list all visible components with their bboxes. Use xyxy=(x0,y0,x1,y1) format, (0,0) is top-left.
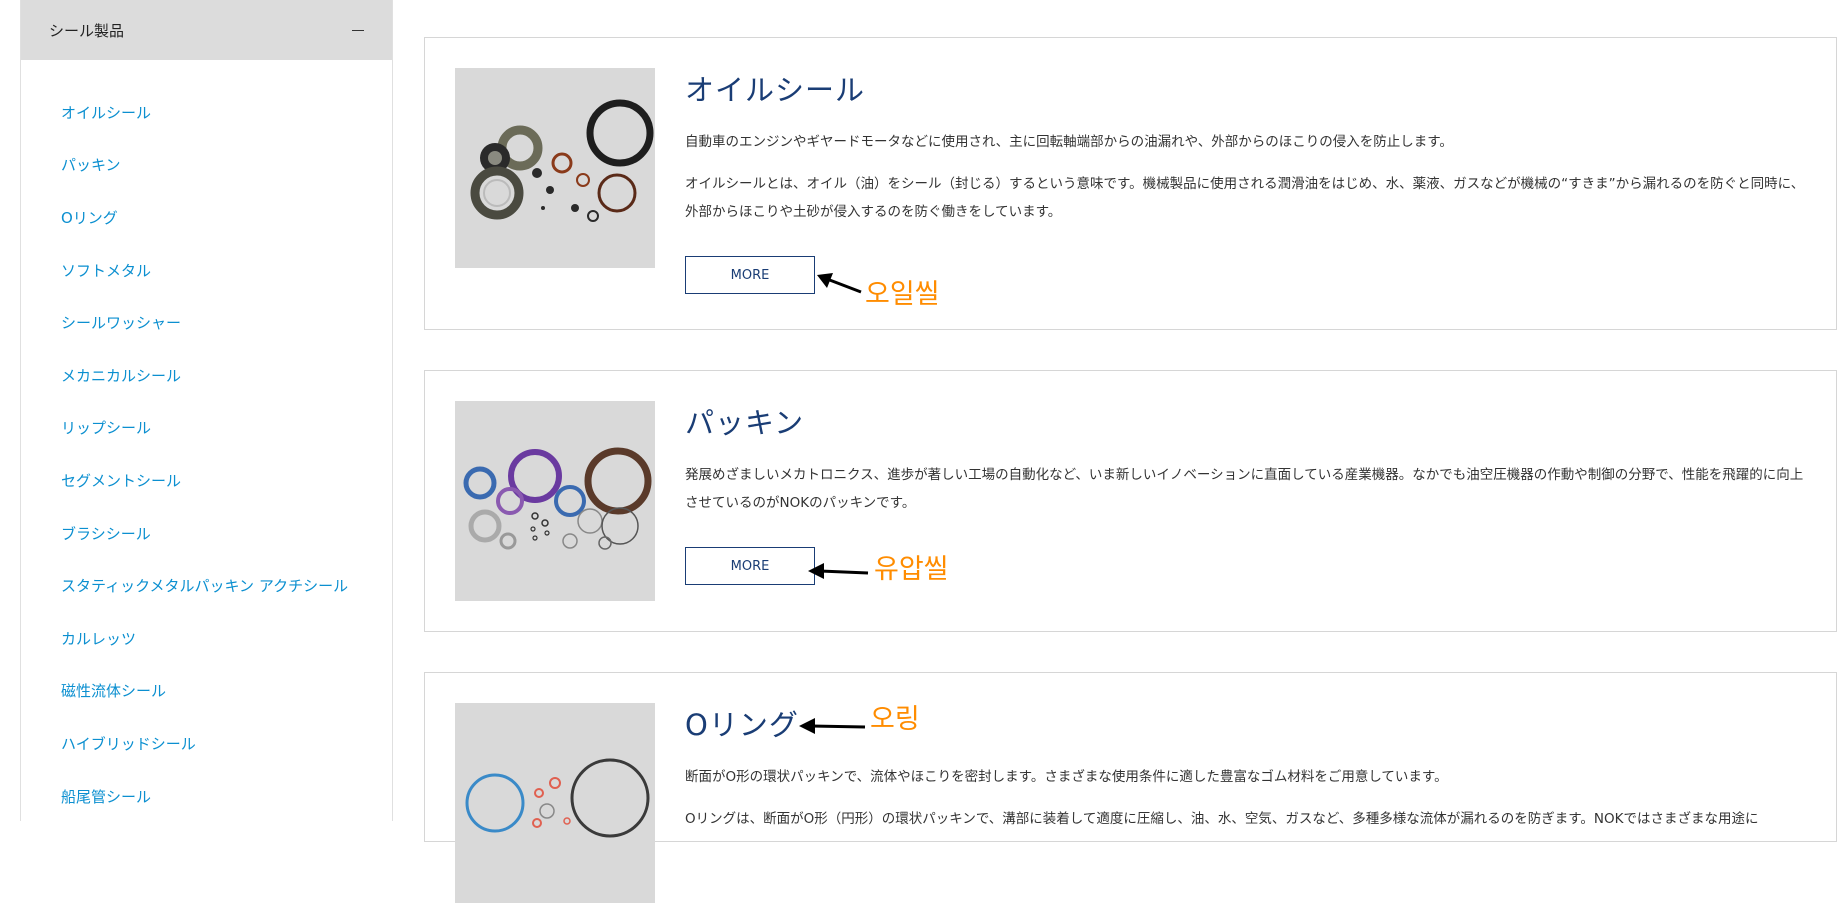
more-button[interactable]: MORE xyxy=(685,547,815,585)
product-image[interactable] xyxy=(455,68,655,268)
sidebar-item-brush-seal[interactable]: ブラシシール xyxy=(21,507,392,560)
annotation-label: 오일씰 xyxy=(865,279,940,310)
sidebar-item-seal-washer[interactable]: シールワッシャー xyxy=(21,296,392,349)
o-ring-image xyxy=(455,703,655,903)
product-image[interactable] xyxy=(455,703,655,903)
annotation-arrow xyxy=(808,563,869,579)
product-card: パッキン 発展めざましいメカトロニクス、進歩が著しい工場の自動化など、いま新しい… xyxy=(424,370,1837,632)
sidebar-item-kalrez[interactable]: カルレッツ xyxy=(21,612,392,665)
sidebar-item-stern-tube-seal[interactable]: 船尾管シール xyxy=(21,770,392,823)
sidebar-item-oil-seal[interactable]: オイルシール xyxy=(21,86,392,139)
annotation-label: 유압씰 xyxy=(874,554,949,585)
product-card: オイルシール 自動車のエンジンやギヤードモータなどに使用され、主に回転軸端部から… xyxy=(424,37,1837,330)
sidebar-item-magnetic-fluid-seal[interactable]: 磁性流体シール xyxy=(21,665,392,718)
product-description: Oリングは、断面がO形（円形）の環状パッキンで、溝部に装着して適度に圧縮し、油、… xyxy=(685,811,1759,827)
sidebar-header-label: シール製品 xyxy=(49,21,125,40)
sidebar-header[interactable]: シール製品 xyxy=(21,0,392,60)
product-title[interactable]: オイルシール xyxy=(685,68,1806,112)
sidebar-item-lip-seal[interactable]: リップシール xyxy=(21,402,392,455)
collapse-icon[interactable] xyxy=(352,29,364,31)
sidebar-item-o-ring[interactable]: Oリング xyxy=(21,191,392,244)
product-title[interactable]: パッキン xyxy=(685,401,1806,445)
card-content: オイルシール 自動車のエンジンやギヤードモータなどに使用され、主に回転軸端部から… xyxy=(685,68,1806,294)
product-description: オイルシールとは、オイル（油）をシール（封じる）するという意味です。機械製品に使… xyxy=(685,176,1805,220)
annotation-arrow xyxy=(817,273,862,294)
sidebar-item-hybrid-seal[interactable]: ハイブリッドシール xyxy=(21,717,392,770)
product-image[interactable] xyxy=(455,401,655,601)
sidebar-item-static-metal-packing[interactable]: スタティックメタルパッキン アクチシール xyxy=(21,559,392,612)
sidebar-item-segment-seal[interactable]: セグメントシール xyxy=(21,454,392,507)
product-description: 発展めざましいメカトロニクス、進歩が著しい工場の自動化など、いま新しいイノベーシ… xyxy=(685,467,1804,511)
sidebar: シール製品 オイルシール パッキン Oリング ソフトメタル シールワッシャー メ… xyxy=(20,0,393,821)
product-card: Oリング 断面がO形の環状パッキンで、流体やほこりを密封します。さまざまな使用条… xyxy=(424,672,1837,903)
packing-image xyxy=(455,401,655,601)
sidebar-item-packing[interactable]: パッキン xyxy=(21,139,392,192)
annotation-label: 오링 xyxy=(870,704,920,735)
more-button[interactable]: MORE xyxy=(685,256,815,294)
oil-seal-image xyxy=(455,68,655,268)
product-summary: 断面がO形の環状パッキンで、流体やほこりを密封します。さまざまな使用条件に適した… xyxy=(685,769,1448,785)
sidebar-list: オイルシール パッキン Oリング ソフトメタル シールワッシャー メカニカルシー… xyxy=(21,60,392,822)
product-summary: 自動車のエンジンやギヤードモータなどに使用され、主に回転軸端部からの油漏れや、外… xyxy=(685,134,1453,150)
sidebar-item-soft-metal[interactable]: ソフトメタル xyxy=(21,244,392,297)
card-content: パッキン 発展めざましいメカトロニクス、進歩が著しい工場の自動化など、いま新しい… xyxy=(685,401,1806,585)
sidebar-item-mechanical-seal[interactable]: メカニカルシール xyxy=(21,349,392,402)
annotation-arrow xyxy=(799,718,866,734)
